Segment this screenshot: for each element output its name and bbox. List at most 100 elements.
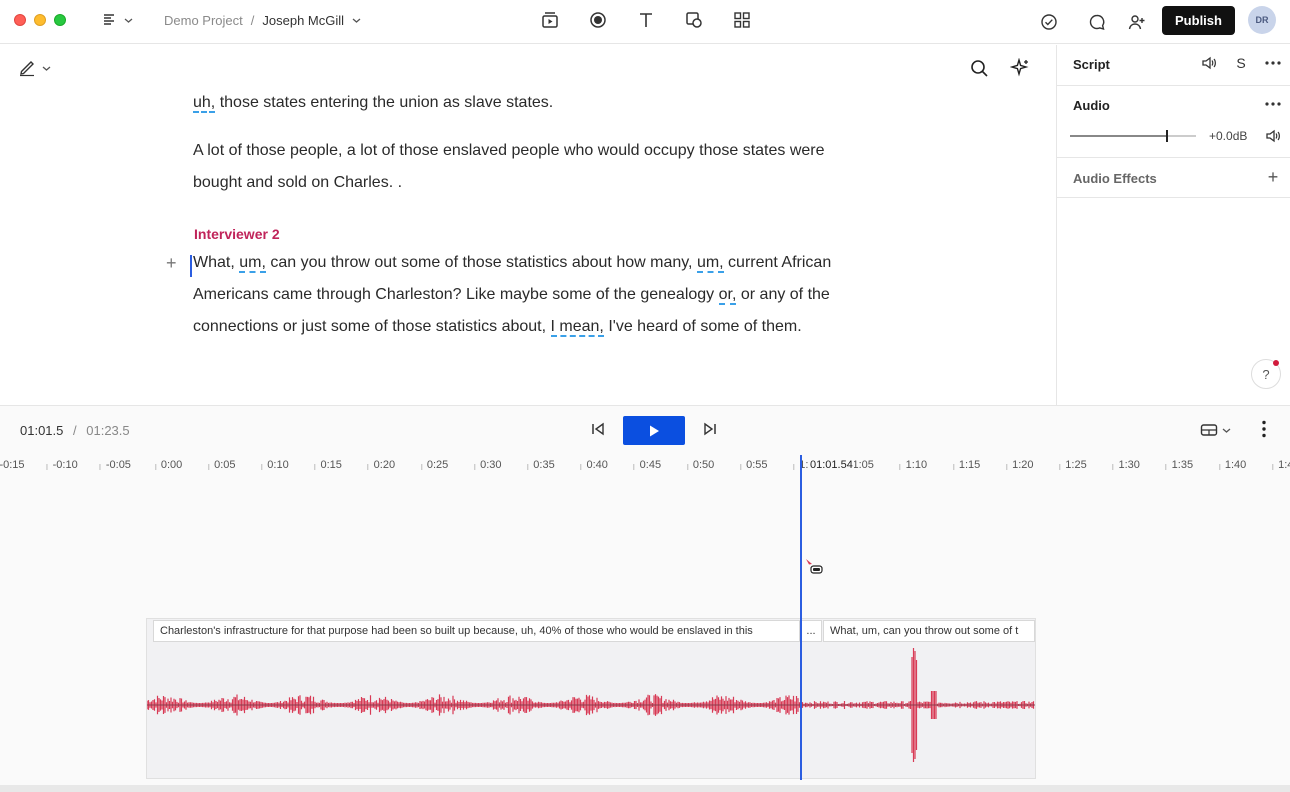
script-paragraph[interactable]: A lot of those people, a lot of those en…	[193, 135, 863, 199]
clip-label-2[interactable]: What, um, can you throw out some of t	[823, 620, 1035, 642]
panel-divider	[1057, 157, 1290, 158]
script-paragraph-active[interactable]: What, um, can you throw out some of thos…	[193, 247, 858, 343]
timeline-more-icon[interactable]	[1262, 420, 1266, 443]
volume-slider-rest	[1168, 135, 1196, 137]
filler-word[interactable]: um,	[696, 254, 724, 273]
breadcrumb-document[interactable]: Joseph McGill	[262, 13, 344, 28]
chevron-down-icon	[42, 66, 51, 71]
publish-button[interactable]: Publish	[1162, 6, 1235, 35]
add-user-icon[interactable]	[1126, 11, 1148, 33]
chevron-down-icon[interactable]	[352, 16, 361, 25]
volume-icon[interactable]	[1262, 125, 1284, 147]
window-zoom-button[interactable]	[54, 14, 66, 26]
ruler-tick-label: 0:20	[367, 459, 396, 471]
skip-forward-icon[interactable]	[702, 421, 718, 442]
ruler-tick-label: 0:55	[739, 459, 768, 471]
breadcrumb-separator: /	[250, 13, 255, 28]
ruler-tick-label: -0:15	[0, 459, 25, 471]
script-text[interactable]: I've heard of some of them.	[604, 318, 801, 335]
shapes-icon[interactable]	[684, 10, 704, 30]
mouse-cursor-icon	[805, 558, 825, 581]
script-paragraph[interactable]: uh, those states entering the union as s…	[193, 87, 863, 119]
skip-back-icon[interactable]	[590, 421, 606, 442]
more-icon[interactable]	[1262, 52, 1284, 74]
ruler-tick-label: 1:40	[1218, 459, 1247, 471]
time-ruler[interactable]: -0:15 -0:10 -0:05 0:00 0:05 0:10 0:15 0:20 0:25 0…	[0, 455, 1290, 479]
ruler-tick-label: 1:05	[846, 459, 874, 471]
filler-word[interactable]: I mean,	[550, 318, 604, 337]
add-audio-effect-icon[interactable]: +	[1262, 166, 1284, 188]
ruler-tick-label: 1:30	[1112, 459, 1140, 471]
avatar[interactable]: DR	[1248, 6, 1276, 34]
play-icon	[650, 425, 659, 436]
filler-word[interactable]: uh,	[193, 94, 216, 113]
grid-icon[interactable]	[732, 10, 752, 30]
breadcrumb-project-link[interactable]: Demo Project	[164, 13, 243, 28]
volume-db-readout: +0.0dB	[1209, 129, 1248, 143]
window-minimize-button[interactable]	[34, 14, 46, 26]
ruler-tick-label: 0:10	[261, 459, 289, 471]
audio-section-title: Audio	[1073, 98, 1110, 113]
timeline-view-button[interactable]	[1200, 422, 1231, 438]
ai-sparkle-icon[interactable]	[1009, 57, 1030, 83]
transport-bar: 01:01.5 / 01:23.5	[0, 405, 1290, 455]
ruler-tick-label: 0:25	[420, 459, 449, 471]
ruler-tick-label: 0:30	[473, 459, 502, 471]
ruler-tick-label: -0:10	[46, 459, 78, 471]
ruler-tick-label: 1:10	[899, 459, 928, 471]
document-menu-button[interactable]	[102, 12, 133, 28]
script-text[interactable]: those states entering the union as slave…	[215, 94, 554, 111]
play-button[interactable]	[623, 416, 685, 445]
filler-word[interactable]: um,	[239, 254, 266, 273]
playhead[interactable]	[800, 455, 802, 780]
ruler-tick-label: 0:50	[686, 459, 715, 471]
clip-label-1[interactable]: Charleston's infrastructure for that pur…	[153, 620, 800, 642]
ruler-tick-label: 0:40	[580, 459, 608, 471]
ruler-tick-label: -0:05	[99, 459, 131, 471]
clip-overflow-ellipsis[interactable]: ...	[800, 620, 822, 642]
script-s-button[interactable]: S	[1230, 52, 1252, 74]
top-bar: Demo Project / Joseph McGill Publish DR	[0, 0, 1290, 44]
timeline[interactable]: -0:15 -0:10 -0:05 0:00 0:05 0:10 0:15 0:20 0:25 0…	[0, 455, 1290, 785]
properties-panel: Script S Audio +0.0dB Audio Effects + ?	[1056, 45, 1290, 405]
pen-tool-button[interactable]	[18, 59, 51, 77]
audio-waveform[interactable]	[147, 643, 1035, 779]
add-block-icon[interactable]: +	[166, 253, 177, 274]
chevron-down-icon	[124, 18, 133, 23]
audio-track[interactable]: Charleston's infrastructure for that pur…	[146, 618, 1036, 779]
scene-icon[interactable]	[540, 10, 560, 30]
current-time: 01:01.5	[20, 423, 64, 438]
timecode: 01:01.5 / 01:23.5	[20, 423, 130, 438]
bottom-scrollbar[interactable]	[0, 785, 1290, 792]
comment-icon[interactable]	[1086, 11, 1108, 33]
script-editor[interactable]: uh, those states entering the union as s…	[0, 45, 1056, 405]
insert-toolbar	[540, 10, 752, 30]
ruler-tick-label: 1:25	[1059, 459, 1087, 471]
document-list-icon	[104, 14, 114, 25]
check-circle-icon[interactable]	[1038, 11, 1060, 33]
ruler-tick-label: 0:15	[314, 459, 342, 471]
audio-effects-title: Audio Effects	[1073, 171, 1157, 186]
speaker-volume-icon[interactable]	[1198, 52, 1220, 74]
time-separator: /	[73, 423, 77, 438]
volume-slider-thumb[interactable]	[1166, 130, 1168, 142]
notification-dot	[1273, 360, 1279, 366]
filler-word[interactable]: or,	[718, 286, 737, 305]
audio-more-icon[interactable]	[1262, 93, 1284, 115]
record-icon[interactable]	[588, 10, 608, 30]
panel-divider	[1057, 85, 1290, 86]
script-text[interactable]: can you throw out some of those statisti…	[266, 254, 697, 271]
text-icon[interactable]	[636, 10, 656, 30]
ruler-tick-label: 0:45	[633, 459, 662, 471]
speaker-label[interactable]: Interviewer 2	[194, 226, 280, 242]
ruler-tick-label: 0:00	[154, 459, 183, 471]
breadcrumb: Demo Project / Joseph McGill	[164, 13, 361, 28]
script-text[interactable]: A lot of those people, a lot of those en…	[193, 142, 825, 191]
search-icon[interactable]	[970, 59, 989, 83]
total-time: 01:23.5	[86, 423, 130, 438]
panel-divider	[1057, 197, 1290, 198]
window-close-button[interactable]	[14, 14, 26, 26]
ruler-tick-label: 0:35	[527, 459, 555, 471]
script-text[interactable]: What,	[193, 254, 239, 271]
text-caret	[190, 255, 192, 277]
